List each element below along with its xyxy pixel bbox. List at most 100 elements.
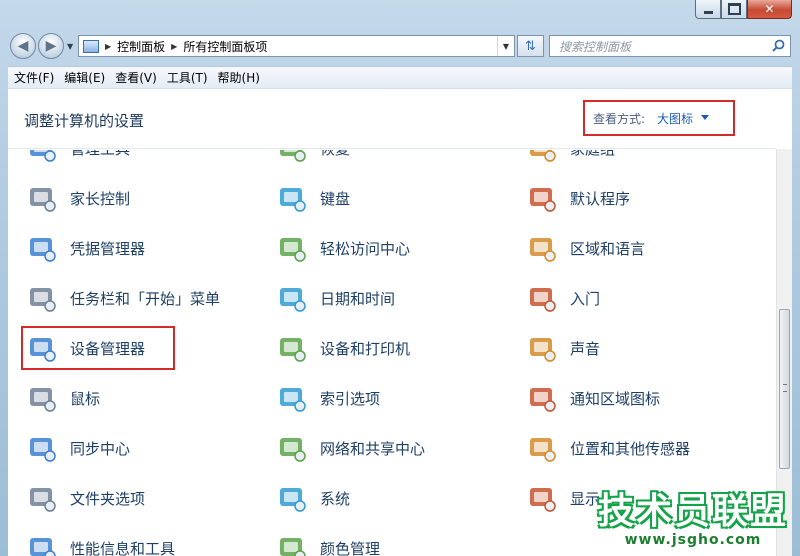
mouse-icon bbox=[26, 382, 58, 414]
view-mode-selector[interactable]: 大图标 bbox=[657, 110, 693, 127]
control-panel-item-label: 入门 bbox=[570, 289, 601, 308]
control-panel-item-label: 位置和其他传感器 bbox=[570, 439, 691, 458]
menu-bar: 文件(F) 编辑(E) 查看(V) 工具(T) 帮助(H) bbox=[8, 66, 792, 88]
navigation-buttons: ◀ ▶ ▼ bbox=[10, 33, 73, 59]
control-panel-item[interactable]: 文件夹选项 bbox=[26, 478, 145, 518]
search-input[interactable]: 搜索控制面板 bbox=[549, 35, 791, 57]
control-panel-item-label: 系统 bbox=[320, 489, 351, 508]
admin-tools-icon bbox=[26, 150, 58, 164]
control-panel-item[interactable]: 同步中心 bbox=[26, 428, 130, 468]
control-panel-item[interactable]: 键盘 bbox=[276, 178, 350, 218]
forward-button[interactable]: ▶ bbox=[38, 33, 64, 59]
control-panel-item[interactable]: 轻松访问中心 bbox=[276, 228, 410, 268]
getting-started-icon bbox=[526, 282, 558, 314]
control-panel-item-label: 键盘 bbox=[320, 189, 351, 208]
control-panel-item[interactable]: 颜色管理 bbox=[276, 528, 380, 556]
control-panel-item[interactable]: 显示 bbox=[526, 478, 600, 518]
control-panel-item-label: 通知区域图标 bbox=[570, 389, 661, 408]
region-language-icon bbox=[526, 232, 558, 264]
control-panel-item[interactable]: 索引选项 bbox=[276, 378, 380, 418]
control-panel-item-label: 家长控制 bbox=[70, 189, 131, 208]
device-manager-icon bbox=[26, 332, 58, 364]
control-panel-item-label: 设备管理器 bbox=[70, 339, 146, 358]
breadcrumb-separator-icon[interactable]: ▶ bbox=[105, 42, 111, 51]
content-header: 调整计算机的设置 查看方式: 大图标 bbox=[8, 89, 776, 149]
forward-arrow-icon: ▶ bbox=[45, 38, 57, 54]
control-panel-item-label: 恢复 bbox=[320, 150, 350, 159]
control-panel-item-label: 轻松访问中心 bbox=[320, 239, 411, 258]
control-panel-icon bbox=[83, 39, 99, 53]
control-panel-item[interactable]: 任务栏和「开始」菜单 bbox=[26, 278, 220, 318]
view-mode-label: 查看方式: bbox=[593, 112, 646, 126]
control-panel-item-label: 文件夹选项 bbox=[70, 489, 146, 508]
maximize-button[interactable] bbox=[721, 0, 747, 19]
control-panel-item[interactable]: 网络和共享中心 bbox=[276, 428, 425, 468]
caption-buttons: ✕ bbox=[695, 0, 792, 19]
control-panel-item[interactable]: 性能信息和工具 bbox=[26, 528, 175, 556]
control-panel-item[interactable]: 区域和语言 bbox=[526, 228, 645, 268]
control-panel-item[interactable]: 设备和打印机 bbox=[276, 328, 410, 368]
control-panel-item-label: 显示 bbox=[570, 489, 601, 508]
back-button[interactable]: ◀ bbox=[10, 33, 36, 59]
control-panel-item-label: 默认程序 bbox=[570, 189, 631, 208]
control-panel-item[interactable]: 管理工具 bbox=[26, 150, 130, 168]
parental-controls-icon bbox=[26, 182, 58, 214]
control-panel-item[interactable]: 位置和其他传感器 bbox=[526, 428, 690, 468]
default-programs-icon bbox=[526, 182, 558, 214]
close-button[interactable]: ✕ bbox=[747, 0, 792, 19]
color-management-icon bbox=[276, 532, 308, 556]
watermark-url: www.jsgho.com bbox=[624, 532, 762, 548]
control-panel-item[interactable]: 恢复 bbox=[276, 150, 350, 168]
back-arrow-icon: ◀ bbox=[17, 38, 29, 54]
keyboard-icon bbox=[276, 182, 308, 214]
control-panel-item[interactable]: 家庭组 bbox=[526, 150, 615, 168]
control-panel-item[interactable]: 鼠标 bbox=[26, 378, 100, 418]
control-panel-item[interactable]: 家长控制 bbox=[26, 178, 130, 218]
control-panel-item-label: 颜色管理 bbox=[320, 539, 381, 556]
recent-pages-dropdown[interactable]: ▼ bbox=[67, 42, 73, 51]
sync-center-icon bbox=[26, 432, 58, 464]
scrollbar-thumb[interactable] bbox=[779, 309, 790, 469]
control-panel-item-label: 凭据管理器 bbox=[70, 239, 146, 258]
control-panel-item-label: 鼠标 bbox=[70, 389, 101, 408]
control-panel-item[interactable]: 系统 bbox=[276, 478, 350, 518]
menu-file[interactable]: 文件(F) bbox=[8, 69, 59, 86]
indexing-icon bbox=[276, 382, 308, 414]
recovery-icon bbox=[276, 150, 308, 164]
refresh-button[interactable]: ⇅ bbox=[517, 35, 544, 57]
control-panel-item-label: 任务栏和「开始」菜单 bbox=[70, 289, 221, 308]
breadcrumb-control-panel[interactable]: 控制面板 bbox=[117, 38, 165, 55]
menu-edit[interactable]: 编辑(E) bbox=[59, 69, 110, 86]
window-frame: ✕ ◀ ▶ ▼ ▶ 控制面板 ▶ 所有控制面板项 ▼ ⇅ 搜索控制面板 文件(F… bbox=[0, 0, 800, 556]
address-dropdown-button[interactable]: ▼ bbox=[497, 36, 514, 56]
display-icon bbox=[526, 482, 558, 514]
control-panel-item[interactable]: 通知区域图标 bbox=[526, 378, 660, 418]
date-time-icon bbox=[276, 282, 308, 314]
minimize-button[interactable] bbox=[695, 0, 721, 19]
location-sensors-icon bbox=[526, 432, 558, 464]
ease-of-access-icon bbox=[276, 232, 308, 264]
control-panel-item-label: 家庭组 bbox=[570, 150, 615, 159]
breadcrumb-all-items[interactable]: 所有控制面板项 bbox=[183, 38, 267, 55]
devices-printers-icon bbox=[276, 332, 308, 364]
control-panel-item[interactable]: 设备管理器 bbox=[26, 328, 145, 368]
menu-help[interactable]: 帮助(H) bbox=[213, 69, 265, 86]
control-panel-item[interactable]: 声音 bbox=[526, 328, 600, 368]
breadcrumb-separator-icon[interactable]: ▶ bbox=[171, 42, 177, 51]
sound-icon bbox=[526, 332, 558, 364]
control-panel-item[interactable]: 凭据管理器 bbox=[26, 228, 145, 268]
taskbar-icon bbox=[26, 282, 58, 314]
search-placeholder: 搜索控制面板 bbox=[559, 39, 632, 54]
chevron-down-icon[interactable] bbox=[701, 115, 709, 120]
scrollbar-grip bbox=[783, 384, 787, 392]
control-panel-item[interactable]: 入门 bbox=[526, 278, 600, 318]
control-panel-item-label: 性能信息和工具 bbox=[70, 539, 176, 556]
search-icon[interactable] bbox=[772, 39, 785, 52]
control-panel-item-label: 同步中心 bbox=[70, 439, 131, 458]
menu-tools[interactable]: 工具(T) bbox=[162, 69, 213, 86]
control-panel-item[interactable]: 日期和时间 bbox=[276, 278, 395, 318]
control-panel-item[interactable]: 默认程序 bbox=[526, 178, 630, 218]
control-panel-item-label: 区域和语言 bbox=[570, 239, 646, 258]
menu-view[interactable]: 查看(V) bbox=[110, 69, 162, 86]
address-bar[interactable]: ▶ 控制面板 ▶ 所有控制面板项 ▼ bbox=[78, 35, 515, 57]
